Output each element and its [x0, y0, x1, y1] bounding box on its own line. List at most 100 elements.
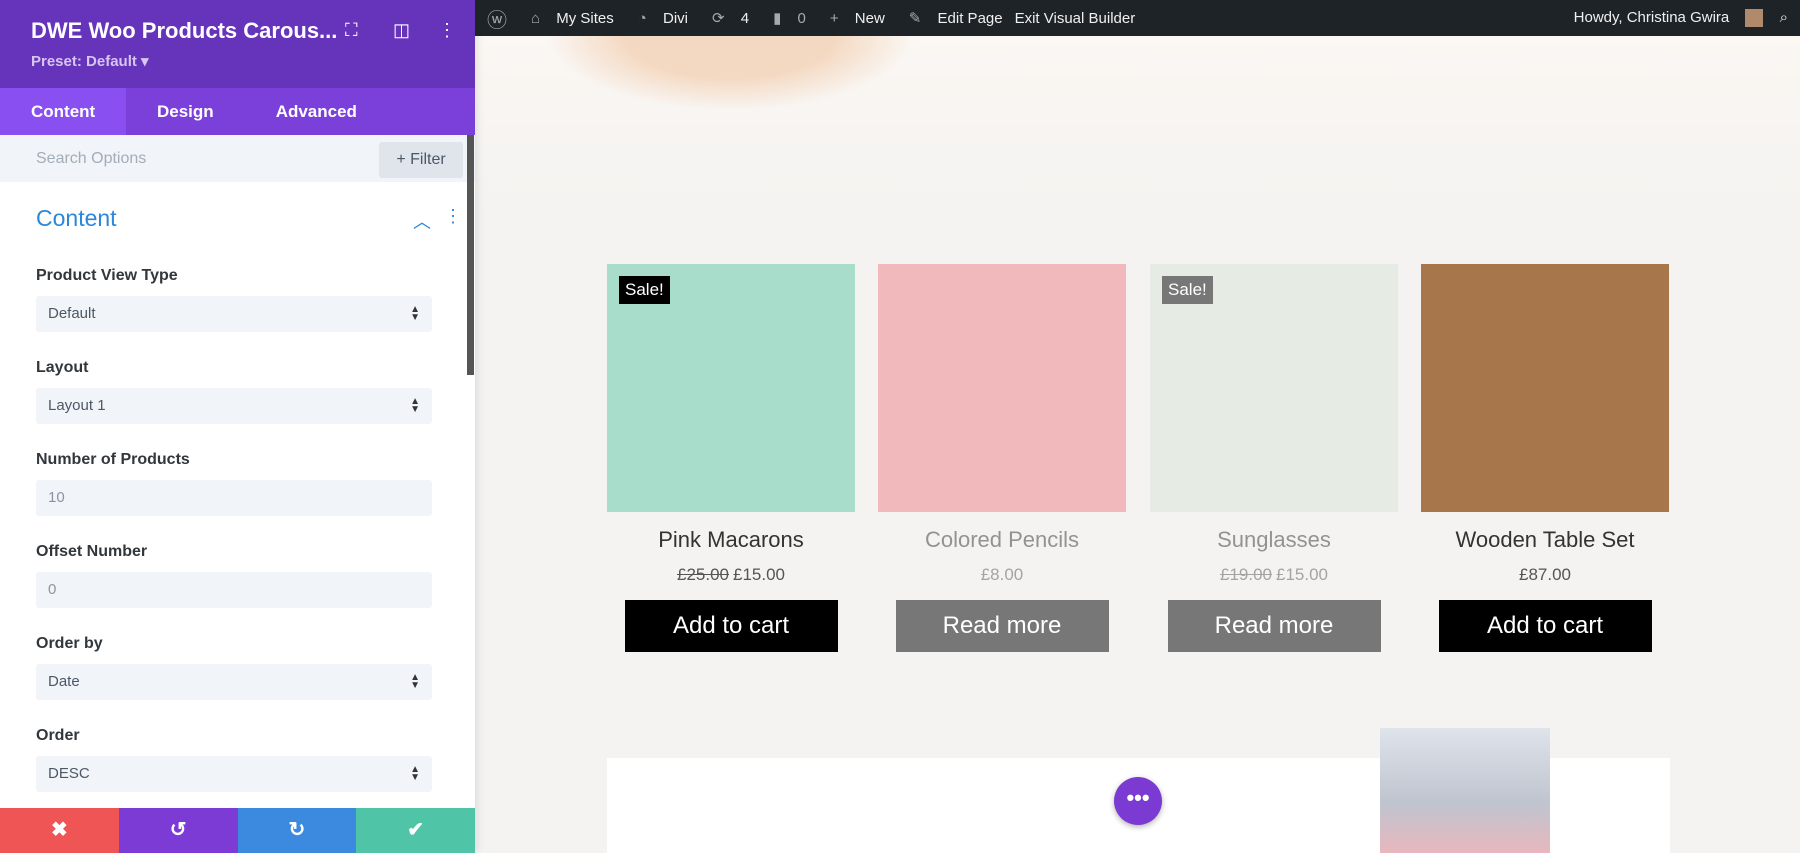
sites-icon: ⌂ — [531, 9, 545, 27]
redo-button[interactable]: ↻ — [237, 808, 357, 853]
product-name[interactable]: Wooden Table Set — [1421, 527, 1669, 553]
field-label: Order by — [36, 635, 103, 652]
field-select[interactable]: Default ▲ ▼ — [36, 296, 432, 332]
more-options-icon[interactable]: ⋮ — [438, 20, 456, 41]
product-name[interactable]: Sunglasses — [1150, 527, 1398, 553]
field-label: Order — [36, 727, 80, 744]
current-price: £8.00 — [980, 565, 1024, 584]
current-price: £15.00 — [1276, 565, 1328, 584]
wordpress-icon[interactable]: ⓦ — [487, 4, 507, 33]
panel-tabs: Content Design Advanced — [0, 88, 475, 135]
site-link[interactable]: ◔ Divi — [626, 10, 688, 27]
sale-badge: Sale! — [1162, 276, 1213, 304]
comments-link[interactable]: ▮ 0 — [761, 9, 806, 27]
sale-badge: Sale! — [619, 276, 670, 304]
chevron-up-icon[interactable]: ︿ — [413, 208, 431, 234]
select-arrows-glyph: ▲ ▼ — [410, 672, 420, 691]
field-input[interactable]: 10 — [36, 480, 432, 516]
product-price: £8.00 — [878, 565, 1126, 585]
product-button[interactable]: Read more — [895, 600, 1109, 652]
product-image[interactable]: Sale! — [1150, 264, 1398, 512]
section-options-button[interactable]: ••• — [1114, 777, 1162, 825]
undo-button[interactable]: ↺ — [118, 808, 238, 853]
field-label: Layout — [36, 359, 89, 376]
section-title: Content — [36, 205, 117, 231]
select-arrows-icon: ▲ ▼ — [410, 756, 420, 783]
product-button[interactable]: Add to cart — [1438, 600, 1652, 652]
current-price: £15.00 — [733, 565, 785, 584]
plus-icon: + — [829, 9, 843, 27]
exit-visual-builder-link[interactable]: Exit Visual Builder — [1015, 10, 1136, 27]
product-image[interactable] — [1421, 264, 1669, 512]
old-price: £25.00 — [677, 565, 729, 584]
old-price: £19.00 — [1220, 565, 1272, 584]
product-card: Wooden Table Set £87.00 Add to cart — [1421, 264, 1669, 652]
field-select[interactable]: Layout 1 ▲ ▼ — [36, 388, 432, 424]
product-card: Sale! Sunglasses £19.00 £15.00 Read more — [1150, 264, 1398, 652]
field-value: Layout 1 — [48, 397, 106, 414]
fullscreen-icon[interactable]: ⛶ — [345, 20, 358, 41]
product-button[interactable]: Read more — [1167, 600, 1381, 652]
select-arrows-glyph: ▲ ▼ — [410, 304, 420, 323]
field: Order by Date ▲ ▼ — [36, 635, 432, 700]
comment-icon: ▮ — [773, 10, 786, 27]
split-view-icon[interactable]: ◫ — [393, 20, 410, 41]
dashboard-icon: ◔ — [637, 9, 651, 27]
current-price: £87.00 — [1519, 565, 1571, 584]
field-value: 0 — [48, 581, 57, 598]
field-select[interactable]: DESC ▲ ▼ — [36, 756, 432, 792]
edit-page-link[interactable]: ✎ Edit Page — [897, 9, 1003, 27]
product-price: £19.00 £15.00 — [1150, 565, 1398, 585]
updates-icon: ⟳ — [711, 10, 729, 27]
product-image[interactable] — [878, 264, 1126, 512]
tab-content[interactable]: Content — [0, 88, 126, 135]
field-value: DESC — [48, 765, 90, 782]
field: Order DESC ▲ ▼ — [36, 727, 432, 792]
select-arrows-icon: ▲ ▼ — [410, 388, 420, 415]
product-name[interactable]: Pink Macarons — [607, 527, 855, 553]
pencil-icon: ✎ — [908, 10, 926, 27]
scrollbar[interactable] — [467, 135, 474, 375]
decorative-gem-image — [545, 36, 915, 111]
product-card: Colored Pencils £8.00 Read more — [878, 264, 1126, 652]
settings-panel: DWE Woo Products Carous... Preset: Defau… — [0, 0, 475, 853]
field-value: Date — [48, 673, 80, 690]
preset-dropdown[interactable]: Preset: Default ▾ — [31, 52, 475, 70]
tab-advanced[interactable]: Advanced — [245, 88, 388, 135]
field: Product View Type Default ▲ ▼ — [36, 267, 432, 332]
product-card: Sale! Pink Macarons £25.00 £15.00 Add to … — [607, 264, 855, 652]
perfume-image — [1380, 728, 1550, 853]
panel-header: DWE Woo Products Carous... Preset: Defau… — [0, 0, 475, 88]
avatar — [1745, 9, 1764, 28]
field: Number of Products 10 — [36, 451, 432, 516]
search-options-bar: Search Options + Filter — [0, 135, 475, 182]
search-icon[interactable]: ⌕ — [1780, 9, 1788, 26]
new-link[interactable]: + New — [818, 10, 885, 27]
product-button[interactable]: Add to cart — [624, 600, 838, 652]
account-menu[interactable]: Howdy, Christina Gwira ⌕ — [1562, 9, 1788, 28]
section-menu-icon[interactable]: ⋮ — [444, 206, 462, 227]
field: Layout Layout 1 ▲ ▼ — [36, 359, 432, 424]
select-arrows-icon: ▲ ▼ — [410, 664, 420, 691]
field-label: Offset Number — [36, 543, 148, 560]
product-price: £87.00 — [1421, 565, 1669, 585]
field-select[interactable]: Date ▲ ▼ — [36, 664, 432, 700]
admin-bar: ⓦ ⌂ My Sites ◔ Divi ⟳ 4 ▮ 0 + New ✎ Edit… — [475, 0, 1800, 36]
field-label: Number of Products — [36, 451, 190, 468]
updates-link[interactable]: ⟳ 4 — [700, 9, 749, 27]
field-value: 10 — [48, 489, 65, 506]
field-input[interactable]: 0 — [36, 572, 432, 608]
select-arrows-glyph: ▲ ▼ — [410, 396, 420, 415]
select-arrows-icon: ▲ ▼ — [410, 296, 420, 323]
filter-button[interactable]: + Filter — [379, 142, 463, 178]
tab-design[interactable]: Design — [126, 88, 245, 135]
product-image[interactable]: Sale! — [607, 264, 855, 512]
field: Offset Number 0 — [36, 543, 432, 608]
my-sites-link[interactable]: ⌂ My Sites — [519, 10, 614, 27]
discard-button[interactable]: ✖ — [0, 808, 119, 853]
save-button[interactable]: ✔ — [356, 808, 475, 853]
action-bar: ✖ ↺ ↻ ✔ — [0, 808, 475, 853]
field-label: Product View Type — [36, 267, 178, 284]
product-name[interactable]: Colored Pencils — [878, 527, 1126, 553]
search-options-input[interactable]: Search Options — [36, 150, 146, 168]
